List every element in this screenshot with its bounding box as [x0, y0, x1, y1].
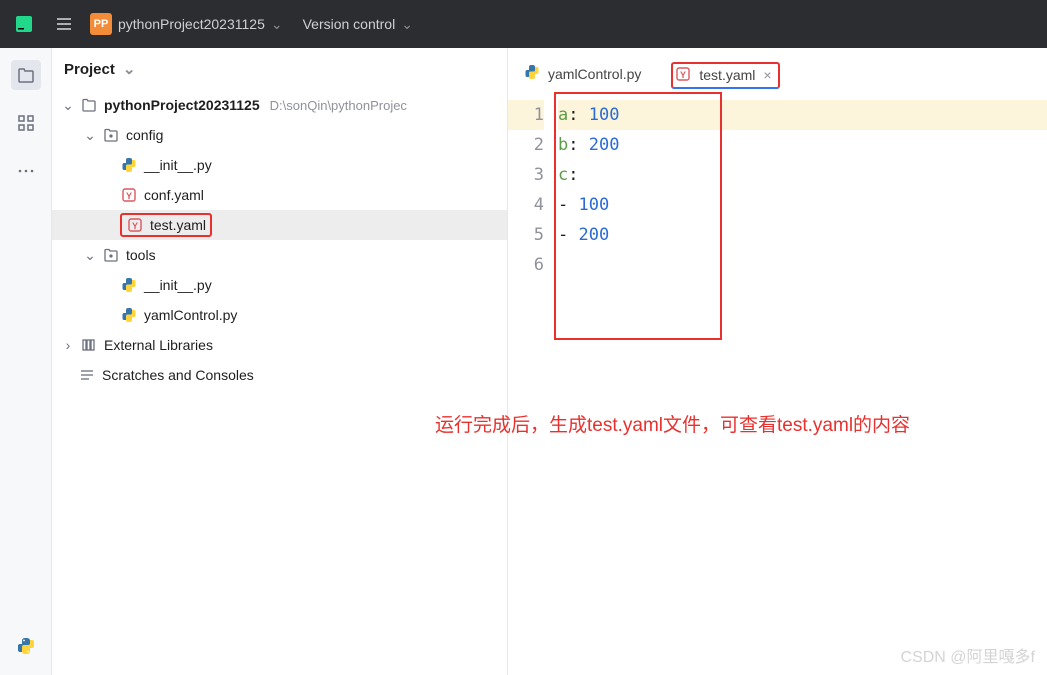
tree-root[interactable]: ⌄ pythonProject20231125 D:\sonQin\python…	[52, 90, 507, 120]
project-panel-title: Project	[64, 61, 115, 78]
line-number: 4	[508, 190, 544, 220]
folder-icon	[102, 246, 120, 264]
tab-yamlcontrol[interactable]: yamlControl.py	[518, 56, 647, 94]
project-selector[interactable]: PP pythonProject20231125 ⌄	[90, 13, 283, 35]
svg-text:Y: Y	[126, 191, 132, 201]
tree-file-test-yaml[interactable]: Y test.yaml	[52, 210, 507, 240]
line-number: 2	[508, 130, 544, 160]
yaml-file-icon: Y	[120, 186, 138, 204]
pycharm-logo-icon	[10, 10, 38, 38]
tree-file-conf-yaml[interactable]: Y conf.yaml	[52, 180, 507, 210]
tree-external-libraries[interactable]: › External Libraries	[52, 330, 507, 360]
line-number: 6	[508, 250, 544, 280]
tree-file-tools-init[interactable]: __init__.py	[52, 270, 507, 300]
tab-test-yaml[interactable]: Y test.yaml ×	[671, 62, 779, 89]
line-number: 1	[508, 100, 544, 130]
project-name: pythonProject20231125	[118, 16, 265, 32]
version-control-label: Version control	[303, 16, 396, 32]
chevron-down-icon: ⌄	[84, 247, 96, 264]
library-icon	[80, 336, 98, 354]
root-name: pythonProject20231125	[104, 97, 260, 113]
tree-folder-config[interactable]: ⌄ config	[52, 120, 507, 150]
scratches-label: Scratches and Consoles	[102, 367, 254, 383]
watermark: CSDN @阿里嘎多f	[901, 643, 1035, 667]
yaml-file-icon: Y	[675, 66, 691, 85]
folder-label: tools	[126, 247, 156, 263]
tree-folder-tools[interactable]: ⌄ tools	[52, 240, 507, 270]
chevron-right-icon: ›	[62, 337, 74, 353]
folder-icon	[80, 96, 98, 114]
root-path: D:\sonQin\pythonProjec	[270, 98, 407, 113]
project-panel-header[interactable]: Project ⌄	[52, 48, 507, 90]
project-tool-icon[interactable]	[11, 60, 41, 90]
yaml-file-icon: Y	[126, 216, 144, 234]
python-console-icon[interactable]	[11, 631, 41, 661]
file-label: conf.yaml	[144, 187, 204, 203]
chevron-down-icon: ⌄	[123, 60, 136, 78]
project-panel: Project ⌄ ⌄ pythonProject20231125 D:\son…	[52, 48, 508, 675]
more-tool-icon[interactable]	[11, 156, 41, 186]
ext-libs-label: External Libraries	[104, 337, 213, 353]
close-icon[interactable]: ×	[763, 67, 771, 83]
project-tree: ⌄ pythonProject20231125 D:\sonQin\python…	[52, 90, 507, 675]
tab-label: yamlControl.py	[548, 66, 641, 82]
chevron-down-icon: ⌄	[401, 16, 413, 33]
title-bar: PP pythonProject20231125 ⌄ Version contr…	[0, 0, 1047, 48]
tree-file-init[interactable]: __init__.py	[52, 150, 507, 180]
file-label: yamlControl.py	[144, 307, 237, 323]
line-number: 3	[508, 160, 544, 190]
python-file-icon	[120, 156, 138, 174]
python-file-icon	[524, 64, 540, 83]
python-file-icon	[120, 276, 138, 294]
annotation-box	[554, 92, 722, 340]
chevron-down-icon: ⌄	[271, 16, 283, 33]
line-gutter: 1 2 3 4 5 6	[508, 94, 558, 675]
main-menu-icon[interactable]	[50, 10, 78, 38]
structure-tool-icon[interactable]	[11, 108, 41, 138]
editor-tabs: yamlControl.py Y test.yaml ×	[508, 48, 1047, 94]
project-badge: PP	[90, 13, 112, 35]
tool-window-bar	[0, 48, 52, 675]
tab-label: test.yaml	[699, 67, 755, 83]
file-label: test.yaml	[150, 217, 206, 233]
chevron-down-icon: ⌄	[84, 127, 96, 144]
folder-icon	[102, 126, 120, 144]
line-number: 5	[508, 220, 544, 250]
tree-scratches[interactable]: Scratches and Consoles	[52, 360, 507, 390]
python-file-icon	[120, 306, 138, 324]
scratches-icon	[78, 366, 96, 384]
file-label: __init__.py	[144, 157, 212, 173]
file-label: __init__.py	[144, 277, 212, 293]
folder-label: config	[126, 127, 163, 143]
chevron-down-icon: ⌄	[62, 97, 74, 114]
annotation-text: 运行完成后，生成test.yaml文件，可查看test.yaml的内容	[435, 410, 910, 437]
svg-text:Y: Y	[680, 70, 686, 80]
version-control-menu[interactable]: Version control ⌄	[303, 16, 413, 33]
tree-file-yamlcontrol[interactable]: yamlControl.py	[52, 300, 507, 330]
svg-text:Y: Y	[132, 221, 138, 231]
